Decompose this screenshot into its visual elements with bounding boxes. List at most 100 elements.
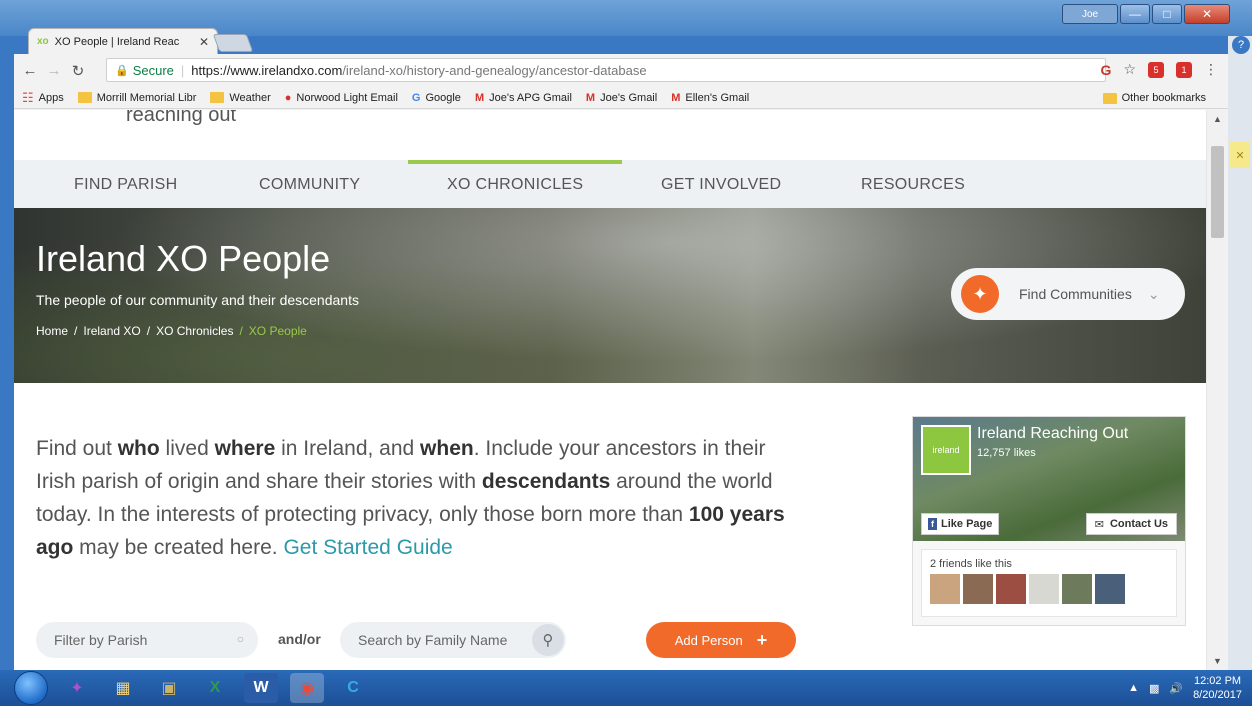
nav-community[interactable]: COMMUNITY	[259, 176, 360, 194]
ireland-reaching-out-logo[interactable]: ireland	[921, 425, 971, 475]
avatar[interactable]	[996, 574, 1026, 604]
apps-grid-icon: ☷	[22, 89, 34, 105]
extension-badge-icon[interactable]: 5	[1148, 61, 1164, 78]
avatar[interactable]	[930, 574, 960, 604]
parish-filter-input[interactable]: Filter by Parish ○	[36, 622, 258, 658]
star-app-icon[interactable]: ✦	[60, 673, 94, 703]
facebook-icon: f	[928, 518, 937, 530]
like-page-label: Like Page	[941, 518, 993, 530]
filter-bar: Filter by Parish ○ and/or Search by Fami…	[36, 622, 816, 658]
minimize-button[interactable]: —	[1120, 4, 1150, 24]
close-window-button[interactable]: ✕	[1184, 4, 1230, 24]
breadcrumb-separator: /	[74, 324, 78, 338]
address-bar[interactable]: 🔒 Secure | https://www.irelandxo.com /ir…	[106, 58, 1106, 82]
intro-text-part: may be created here.	[73, 536, 284, 559]
volume-icon[interactable]: 🔊	[1169, 682, 1183, 695]
maximize-button[interactable]: □	[1152, 4, 1182, 24]
address-separator: |	[180, 62, 185, 78]
tab-close-icon[interactable]: ✕	[199, 35, 209, 49]
search-icon[interactable]: ⚲	[532, 624, 564, 656]
hero-banner: Ireland XO People The people of our comm…	[14, 208, 1206, 383]
scroll-down-icon[interactable]: ▼	[1213, 656, 1222, 666]
bookmark-label: Morrill Memorial Libr	[96, 91, 197, 104]
page-scrollbar[interactable]: ▲ ▼	[1206, 110, 1228, 670]
bookmarks-bar: ☷ Apps Morrill Memorial Libr Weather ● N…	[14, 87, 1228, 109]
forward-icon[interactable]: →	[42, 62, 66, 79]
scroll-up-icon[interactable]: ▲	[1213, 114, 1222, 124]
show-hidden-icons-icon[interactable]: ▲	[1128, 682, 1139, 694]
logo-tagline: reaching out	[126, 110, 237, 126]
circle-icon: ○	[236, 632, 244, 646]
get-started-guide-link[interactable]: Get Started Guide	[283, 536, 452, 559]
site-settings-icon[interactable]: G	[1101, 62, 1112, 78]
family-name-search-input[interactable]: Search by Family Name ⚲	[340, 622, 566, 658]
add-person-button[interactable]: Add Person +	[646, 622, 796, 658]
bookmark-star-icon[interactable]: ☆	[1123, 61, 1136, 78]
friend-avatars	[930, 574, 1125, 604]
nav-xo-chronicles[interactable]: XO CHRONICLES	[447, 176, 583, 194]
avatar[interactable]	[1095, 574, 1125, 604]
start-button[interactable]	[14, 671, 48, 705]
clock-time: 12:02 PM	[1193, 675, 1242, 687]
chrome-menu-icon[interactable]: ⋮	[1204, 61, 1218, 78]
breadcrumb-ireland-xo[interactable]: Ireland XO	[83, 324, 140, 338]
bookmark-weather[interactable]: Weather	[210, 92, 271, 104]
intro-text-part: Find out	[36, 437, 118, 460]
avatar[interactable]	[1062, 574, 1092, 604]
close-icon[interactable]: ✕	[1230, 142, 1250, 168]
word-icon[interactable]: W	[244, 673, 278, 703]
browser-tab[interactable]: xo XO People | Ireland Reac ✕	[28, 28, 218, 54]
bookmark-label: Apps	[38, 91, 64, 104]
back-icon[interactable]: ←	[18, 62, 42, 79]
photo-app-icon[interactable]: ▣	[152, 673, 186, 703]
facebook-friends: 2 friends like this	[921, 549, 1177, 617]
bookmark-label: Norwood Light Email	[296, 91, 398, 104]
nav-get-involved[interactable]: GET INVOLVED	[661, 176, 781, 194]
find-communities-button[interactable]: ✦ Find Communities ⌄	[951, 268, 1185, 320]
help-icon[interactable]: ?	[1232, 36, 1250, 54]
and-or-label: and/or	[278, 631, 321, 647]
excel-icon[interactable]: X	[198, 673, 232, 703]
bookmark-apps[interactable]: ☷ Apps	[22, 90, 64, 106]
bookmark-label: Joe's Gmail	[600, 91, 658, 104]
cortana-app-icon[interactable]: C	[336, 673, 370, 703]
system-clock[interactable]: 12:02 PM 8/20/2017	[1193, 674, 1242, 702]
profile-button[interactable]: Joe	[1062, 4, 1118, 24]
like-page-button[interactable]: f Like Page	[921, 513, 1000, 535]
bookmark-norwood[interactable]: ● Norwood Light Email	[285, 92, 398, 104]
file-explorer-icon[interactable]: ▦	[106, 673, 140, 703]
intro-text-part: in Ireland, and	[275, 437, 421, 460]
new-tab-button[interactable]	[212, 34, 254, 52]
bookmark-ellens-gmail[interactable]: M Ellen's Gmail	[671, 92, 749, 104]
breadcrumb-current: XO People	[248, 324, 307, 338]
bookmark-joes-apg-gmail[interactable]: M Joe's APG Gmail	[475, 92, 572, 104]
contact-us-button[interactable]: ✉ Contact Us	[1085, 513, 1177, 535]
avatar[interactable]	[963, 574, 993, 604]
plus-icon: +	[756, 629, 768, 650]
gmail-icon: M	[474, 91, 485, 104]
other-bookmarks-label: Other bookmarks	[1121, 92, 1206, 104]
folder-icon	[1102, 92, 1117, 104]
nav-find-parish[interactable]: FIND PARISH	[74, 176, 177, 194]
bookmark-joes-gmail[interactable]: M Joe's Gmail	[586, 92, 657, 104]
lock-icon: 🔒	[115, 64, 129, 77]
bookmark-google[interactable]: G Google	[412, 92, 461, 104]
window-controls: Joe — □ ✕	[1062, 4, 1230, 24]
network-icon[interactable]: ▩	[1149, 682, 1159, 695]
breadcrumb-home[interactable]: Home	[36, 324, 68, 338]
nav-resources[interactable]: RESOURCES	[861, 176, 965, 194]
url-path: /ireland-xo/history-and-genealogy/ancest…	[342, 62, 647, 78]
intro-text-part: lived	[159, 437, 215, 460]
bookmark-morrill[interactable]: Morrill Memorial Libr	[77, 91, 197, 104]
reload-icon[interactable]: ↻	[66, 62, 90, 80]
scrollbar-thumb[interactable]	[1211, 146, 1224, 238]
extension-mail-icon[interactable]: 1	[1176, 61, 1192, 78]
system-tray: ▲ ▩ 🔊 12:02 PM 8/20/2017	[1128, 674, 1242, 702]
breadcrumb-xo-chronicles[interactable]: XO Chronicles	[156, 324, 233, 338]
chevron-down-icon: ⌄	[1147, 285, 1160, 302]
facebook-page-name[interactable]: Ireland Reaching Out	[977, 425, 1128, 443]
chrome-icon[interactable]: ◉	[290, 673, 324, 703]
other-bookmarks[interactable]: Other bookmarks	[1102, 92, 1206, 104]
facebook-likes-count: 12,757 likes	[977, 447, 1036, 459]
avatar[interactable]	[1029, 574, 1059, 604]
